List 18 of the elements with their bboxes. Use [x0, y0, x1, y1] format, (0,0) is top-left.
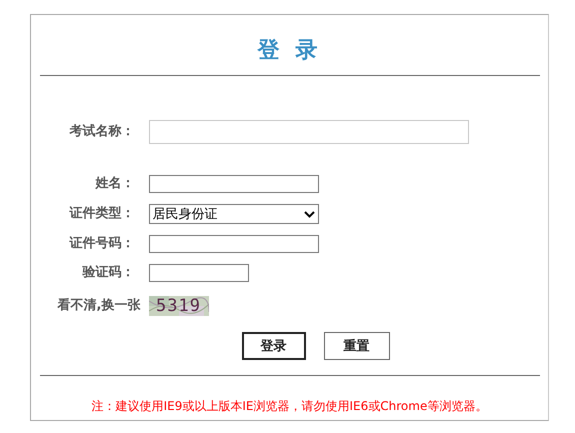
id-type-select[interactable]: 居民身份证	[148, 204, 318, 224]
chevron-down-icon	[304, 210, 314, 218]
field-label: 证件类型：	[68, 205, 134, 223]
field-label: 验证码：	[81, 264, 134, 282]
login-button[interactable]: 登录	[242, 332, 306, 360]
input-field[interactable]	[148, 175, 318, 193]
field-label: 证件号码：	[68, 235, 134, 253]
select-value: 居民身份证	[152, 206, 218, 223]
browser-note: 注：建议使用IE9或以上版本IE浏览器，请勿使用IE6或Chrome等浏览器。	[92, 398, 488, 415]
field-label: 考试名称：	[68, 123, 134, 141]
input-field[interactable]	[148, 120, 468, 144]
refresh-captcha-link[interactable]: 看不清,换一张	[40, 297, 140, 315]
captcha-image[interactable]: 5319	[148, 296, 208, 316]
field-label: 姓名：	[94, 175, 134, 193]
page-title: 登 录	[258, 37, 322, 65]
input-field[interactable]	[148, 264, 248, 282]
reset-button[interactable]: 重置	[324, 332, 390, 360]
input-field[interactable]	[148, 235, 318, 253]
